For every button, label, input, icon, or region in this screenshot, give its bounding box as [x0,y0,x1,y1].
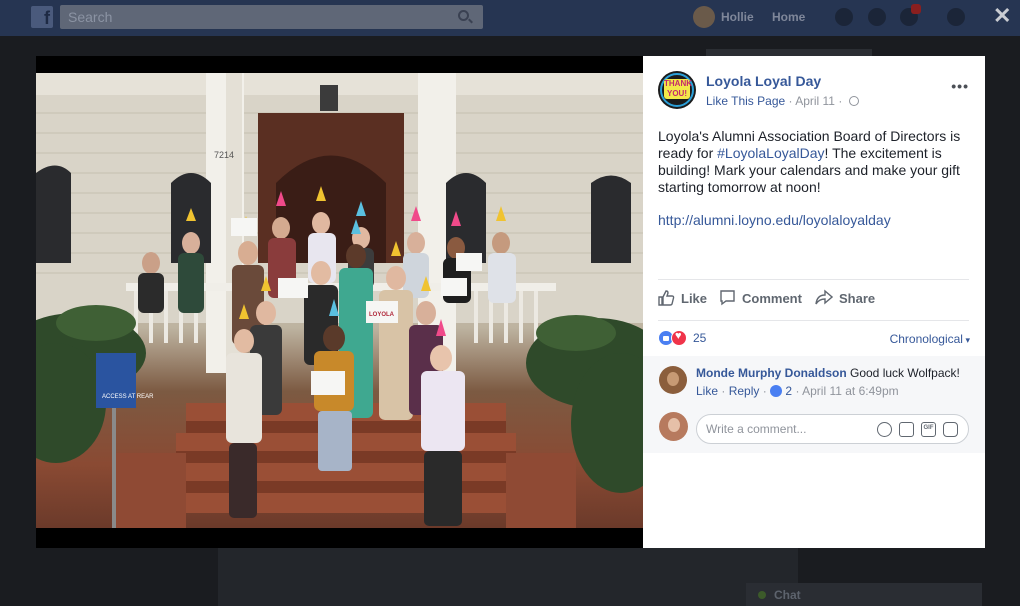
access-sign-text: ACCESS AT REAR [102,394,154,400]
like-label: Like [681,291,708,306]
more-options-icon[interactable]: ••• [951,78,969,94]
comment-actions: Like · Reply · 2 · April 11 at 6:49pm [696,384,899,398]
search-placeholder: Search [68,9,113,25]
comment-button[interactable]: Comment [719,289,802,309]
post-actions: Like Comment Share [658,289,969,309]
commenter-avatar[interactable] [659,366,687,394]
post-meta: Like This Page · April 11 · [706,94,859,108]
post-panel: THANK YOU! Loyola Loyal Day Like This Pa… [643,56,985,548]
held-sign-text: LOYOLA [369,312,395,318]
like-page-link[interactable]: Like This Page [706,94,785,108]
house-number: 7214 [214,150,234,160]
close-icon[interactable]: ✕ [993,4,1011,28]
globe-icon [848,96,859,106]
separator: · [721,384,729,398]
comment-like-count[interactable]: 2 [785,384,792,398]
comment-author-link[interactable]: Monde Murphy Donaldson [696,366,847,380]
facebook-logo-icon[interactable]: f [31,6,53,28]
search-icon[interactable] [458,10,469,21]
like-button[interactable]: Like [658,289,707,309]
notification-badge [911,4,921,14]
comment-label: Comment [742,291,802,306]
post-url-link[interactable]: http://alumni.loyno.edu/loyolaloyalday [658,212,891,228]
photo-viewer: 7214 ACCESS AT REAR LOYOLA [36,56,643,548]
divider [658,320,969,321]
user-name-link[interactable]: Hollie [721,10,754,24]
current-user-avatar [659,412,688,441]
group-photo[interactable]: 7214 ACCESS AT REAR LOYOLA [36,73,643,528]
sticker-icon[interactable] [943,422,958,437]
chat-bar[interactable]: Chat [746,583,982,606]
page-name-link[interactable]: Loyola Loyal Day [706,73,821,89]
reaction-count[interactable]: 25 [693,331,706,345]
comment-text: Good luck Wolfpack! [850,366,960,380]
hashtag-link[interactable]: #LoyolaLoyalDay [717,145,824,161]
divider [658,279,969,280]
camera-icon[interactable] [899,422,914,437]
page-avatar[interactable]: THANK YOU! [658,71,696,109]
separator: · [762,384,771,398]
comment-like-link[interactable]: Like [696,384,718,398]
share-button[interactable]: Share [815,289,875,309]
post-text: Loyola's Alumni Association Board of Dir… [658,128,973,196]
messages-icon[interactable] [868,8,886,26]
friend-requests-icon[interactable] [835,8,853,26]
share-label: Share [839,291,876,306]
comment-icon [720,290,735,306]
comment-body: Monde Murphy Donaldson Good luck Wolfpac… [696,366,960,380]
account-menu-icon[interactable] [976,8,986,26]
write-comment-input[interactable]: Write a comment... GIF [696,414,969,444]
thumbs-up-icon [658,290,675,306]
emoji-icon[interactable] [877,422,892,437]
love-reaction-icon [671,330,687,346]
comment-date[interactable]: April 11 at 6:49pm [802,384,899,398]
help-icon[interactable] [947,8,965,26]
comment-reply-link[interactable]: Reply [729,384,760,398]
gif-icon[interactable]: GIF [921,422,936,437]
comment-sort-dropdown[interactable]: Chronological [890,332,970,346]
top-navigation-bar: f Search Hollie Home [0,0,1020,36]
avatar-label: THANK YOU! [664,79,692,99]
meta-separator: · [838,94,843,108]
comment-like-icon [770,385,783,397]
post-date[interactable]: April 11 [795,94,835,108]
user-avatar[interactable] [693,6,715,28]
search-input[interactable]: Search [60,5,483,29]
home-link[interactable]: Home [772,10,805,24]
photo-illustration: 7214 ACCESS AT REAR LOYOLA [36,73,643,528]
share-icon [815,289,833,305]
write-comment-placeholder: Write a comment... [706,422,807,436]
background-photo-strip [218,548,798,606]
